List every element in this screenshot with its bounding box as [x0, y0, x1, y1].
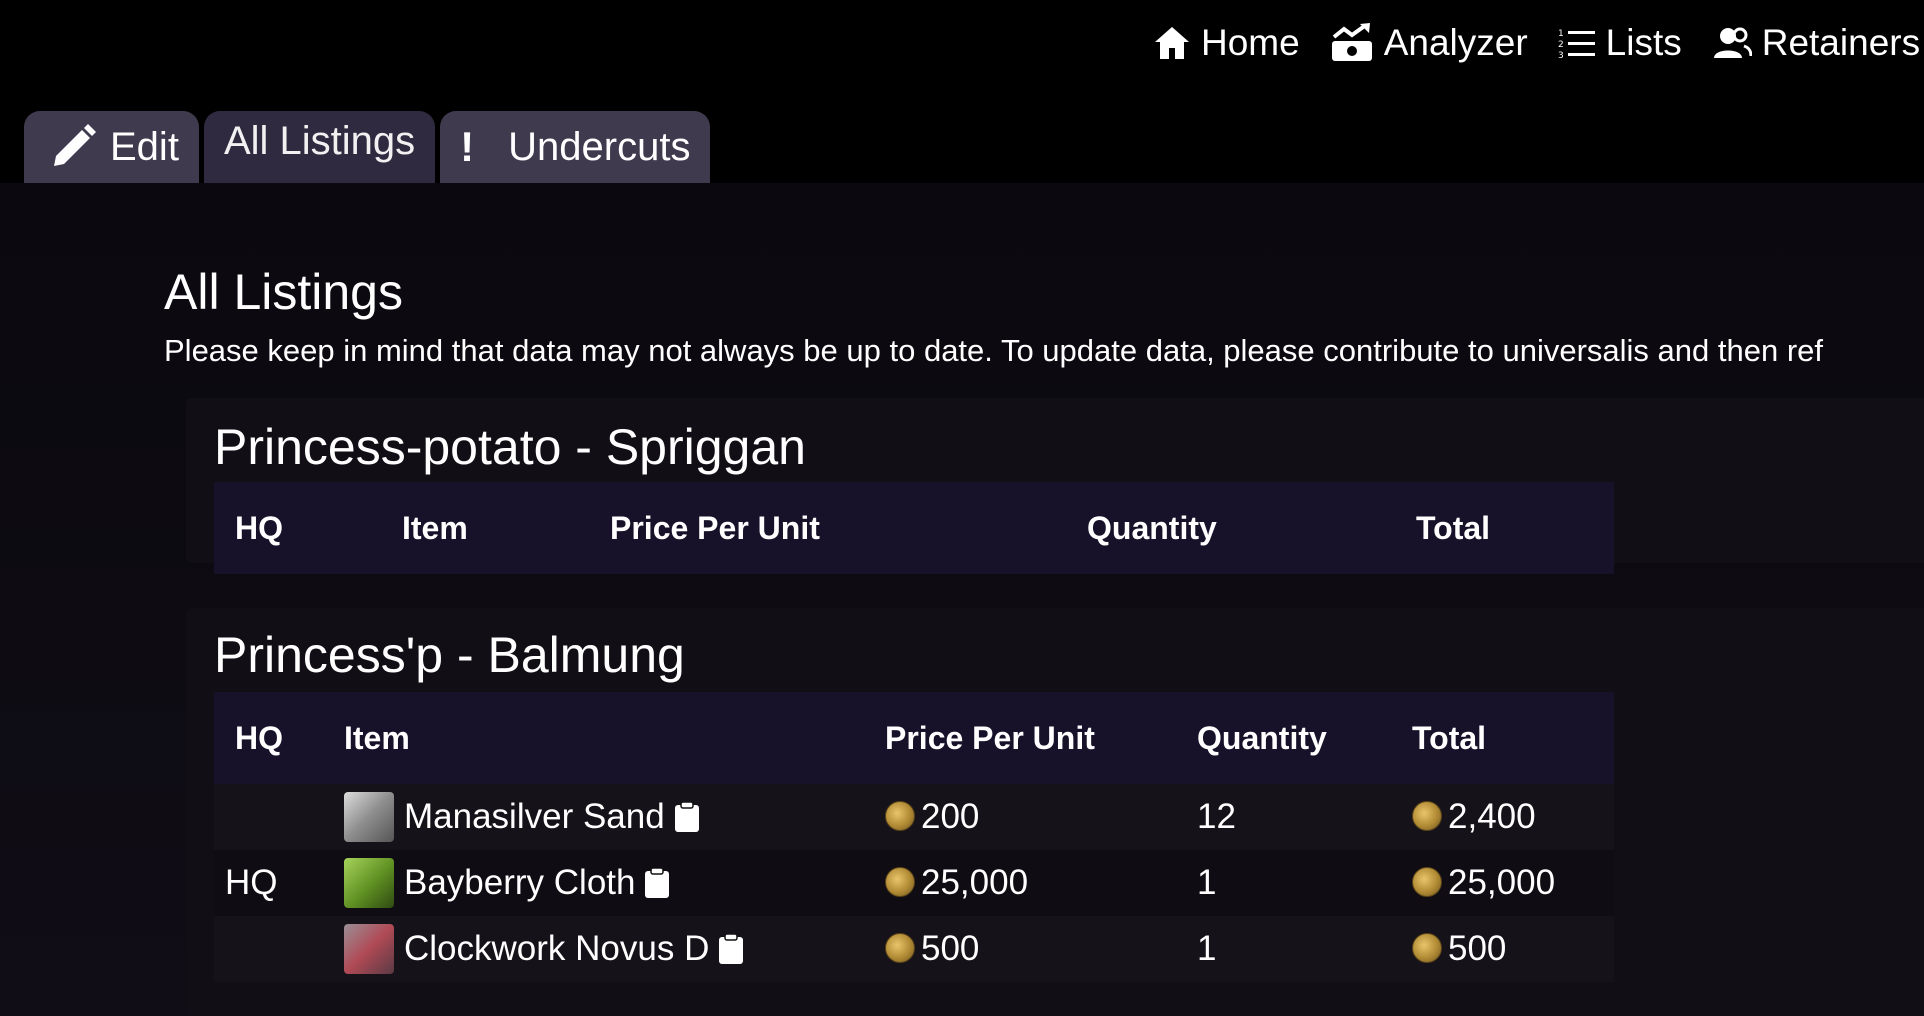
retainer-title: Princess-potato - Spriggan: [214, 419, 806, 475]
column-header-price[interactable]: Price Per Unit: [885, 692, 1197, 784]
table-row: Manasilver Sand 200 12 2,400: [214, 784, 1614, 850]
tab-bar: Edit All Listings ! Undercuts: [24, 111, 715, 183]
table-header-row: HQ Item Price Per Unit Quantity Total: [214, 482, 1614, 574]
gil-coin-icon: [885, 932, 915, 963]
manasilver-sand-item-icon: [344, 792, 394, 842]
tab-undercuts[interactable]: ! Undercuts: [440, 111, 711, 183]
price-value: 500: [921, 929, 980, 968]
total-value: 25,000: [1448, 863, 1556, 902]
price-cell: 500: [885, 916, 1197, 982]
hq-cell: [214, 784, 344, 850]
exclamation-icon: !: [460, 123, 475, 170]
nav-analyzer-label: Analyzer: [1383, 22, 1528, 63]
top-nav: Home Analyzer 1 2 3 Lists Retainers: [0, 0, 1924, 94]
column-header-item[interactable]: Item: [402, 482, 610, 574]
tab-edit[interactable]: Edit: [24, 111, 199, 183]
table-row: Clockwork Novus D 500 1 500: [214, 916, 1614, 982]
gil-coin-icon: [1412, 866, 1442, 897]
retainer-panel: Princess'p - Balmung HQ Item Price Per U…: [186, 608, 1924, 1016]
listings-table: HQ Item Price Per Unit Quantity Total Ma…: [214, 692, 1614, 982]
total-cell: 500: [1412, 916, 1614, 982]
retainer-panel: Princess-potato - Spriggan HQ Item Price…: [186, 398, 1924, 574]
total-value: 2,400: [1448, 797, 1536, 836]
price-cell: 25,000: [885, 850, 1197, 916]
nav-home-label: Home: [1201, 22, 1300, 63]
gil-coin-icon: [1412, 800, 1442, 831]
svg-text:1: 1: [1558, 29, 1564, 39]
column-header-price[interactable]: Price Per Unit: [610, 482, 1087, 574]
clipboard-icon[interactable]: [719, 934, 744, 964]
gil-coin-icon: [1412, 932, 1442, 963]
svg-text:2: 2: [1558, 40, 1564, 50]
home-icon: [1155, 27, 1189, 59]
total-cell: 2,400: [1412, 784, 1614, 850]
nav-home-link[interactable]: Home: [1153, 22, 1300, 64]
column-header-quantity[interactable]: Quantity: [1197, 692, 1412, 784]
price-value: 200: [921, 797, 980, 836]
page-title: All Listings: [164, 264, 403, 320]
column-header-quantity[interactable]: Quantity: [1087, 482, 1416, 574]
item-name: Clockwork Novus D: [404, 929, 710, 968]
total-value: 500: [1448, 929, 1507, 968]
listings-table: HQ Item Price Per Unit Quantity Total: [214, 482, 1614, 574]
column-header-hq[interactable]: HQ: [214, 692, 344, 784]
nav-lists-label: Lists: [1605, 22, 1682, 63]
clipboard-icon[interactable]: [674, 802, 699, 832]
retainer-title: Princess'p - Balmung: [214, 627, 685, 683]
tab-undercuts-label: Undercuts: [508, 124, 691, 169]
data-freshness-note: Please keep in mind that data may not al…: [164, 333, 1823, 368]
clipboard-icon[interactable]: [645, 868, 670, 898]
item-cell: Bayberry Cloth: [344, 850, 885, 916]
gil-coin-icon: [885, 866, 915, 897]
item-name: Bayberry Cloth: [404, 863, 636, 902]
tab-all-listings-label: All Listings: [223, 118, 416, 163]
price-value: 25,000: [921, 863, 1029, 902]
list-icon: 1 2 3: [1558, 29, 1595, 59]
tab-all-listings[interactable]: All Listings: [203, 111, 436, 183]
users-icon: [1713, 27, 1752, 58]
item-name: Manasilver Sand: [404, 797, 665, 836]
item-cell: Clockwork Novus D: [344, 916, 885, 982]
hq-cell: [214, 916, 344, 982]
gil-coin-icon: [885, 800, 915, 831]
table-header-row: HQ Item Price Per Unit Quantity Total: [214, 692, 1614, 784]
total-cell: 25,000: [1412, 850, 1614, 916]
nav-analyzer-link[interactable]: Analyzer: [1330, 22, 1528, 64]
column-header-item[interactable]: Item: [344, 692, 885, 784]
nav-retainers-link[interactable]: Retainers: [1712, 22, 1920, 64]
quantity-cell: 12: [1197, 797, 1236, 836]
main-content: All Listings Please keep in mind that da…: [0, 183, 1924, 1016]
quantity-cell: 1: [1197, 863, 1217, 902]
column-header-hq[interactable]: HQ: [214, 482, 402, 574]
column-header-total[interactable]: Total: [1412, 692, 1614, 784]
pencil-icon: [54, 124, 96, 166]
price-cell: 200: [885, 784, 1197, 850]
column-header-total[interactable]: Total: [1416, 482, 1614, 574]
chart-money-icon: [1331, 23, 1372, 61]
nav-lists-link[interactable]: 1 2 3 Lists: [1558, 22, 1682, 64]
nav-retainers-label: Retainers: [1761, 22, 1921, 63]
item-cell: Manasilver Sand: [344, 784, 885, 850]
quantity-cell: 1: [1197, 929, 1217, 968]
hq-cell: HQ: [225, 863, 278, 902]
svg-text:3: 3: [1558, 51, 1564, 59]
tab-edit-label: Edit: [110, 124, 179, 169]
table-row: HQ Bayberry Cloth 25,000 1 25,000: [214, 850, 1614, 916]
clockwork-novus-item-icon: [344, 924, 394, 974]
bayberry-cloth-item-icon: [344, 858, 394, 908]
